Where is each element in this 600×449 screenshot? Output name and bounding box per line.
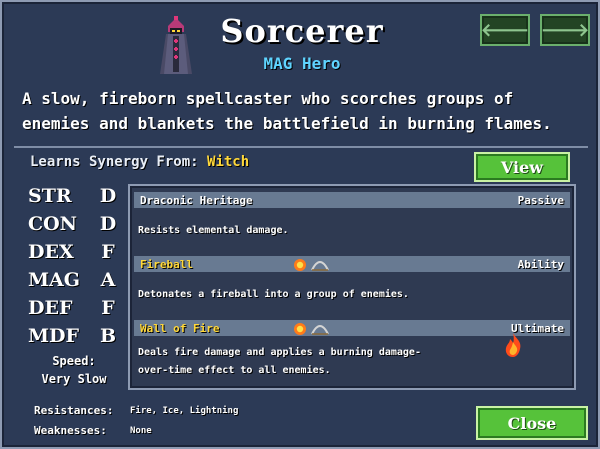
view-synergy-button[interactable]: View bbox=[474, 152, 570, 182]
stat-grade: D bbox=[99, 213, 117, 235]
synergy-line: Learns Synergy From: Witch bbox=[30, 154, 249, 170]
ability-name: Wall of Fire bbox=[140, 321, 220, 335]
ability-description: Resists elemental damage. bbox=[138, 225, 289, 236]
stat-name: STR bbox=[28, 185, 72, 207]
fire-icon bbox=[294, 259, 306, 271]
arrow-right-icon: 🡒 bbox=[540, 19, 590, 41]
bow-icon bbox=[311, 325, 329, 335]
resistances-value: Fire, Ice, Lightning bbox=[130, 406, 239, 416]
stat-mdf: MDF B bbox=[28, 322, 120, 350]
previous-hero-button[interactable]: 🡐 bbox=[480, 14, 530, 46]
next-hero-button[interactable]: 🡒 bbox=[540, 14, 590, 46]
stat-mag: MAG A bbox=[28, 266, 120, 294]
stat-con: CON D bbox=[28, 210, 120, 238]
synergy-label: Learns Synergy From: bbox=[30, 154, 199, 170]
bow-icon bbox=[311, 261, 329, 271]
resistances-label: Resistances: bbox=[34, 404, 114, 417]
speed-value: Very Slow bbox=[41, 372, 107, 386]
ability-header-fireball: Fireball Ability bbox=[134, 256, 570, 272]
ability-name: Fireball bbox=[140, 257, 193, 271]
fire-icon bbox=[294, 323, 306, 335]
stat-name: DEX bbox=[28, 241, 74, 263]
ability-description-line: Deals fire damage and applies a burning … bbox=[138, 347, 421, 358]
hero-info-window: Sorcerer MAG Hero 🡐 🡒 A slow, fireborn s… bbox=[0, 0, 600, 449]
ability-icons bbox=[292, 320, 330, 336]
ability-icons bbox=[292, 256, 330, 272]
stat-grade: D bbox=[99, 185, 117, 207]
weaknesses-label: Weaknesses: bbox=[34, 424, 107, 437]
stat-def: DEF F bbox=[28, 294, 120, 322]
ability-header-passive: Draconic Heritage Passive bbox=[134, 192, 570, 208]
stat-str: STR D bbox=[28, 182, 120, 210]
ability-description: Detonates a fireball into a group of ene… bbox=[138, 289, 409, 300]
speed-label: Speed: bbox=[52, 354, 96, 368]
close-button[interactable]: Close bbox=[476, 406, 588, 440]
stat-name: MDF bbox=[28, 325, 79, 347]
ability-type: Passive bbox=[517, 193, 564, 207]
stat-grade: F bbox=[101, 297, 115, 319]
weaknesses-value: None bbox=[130, 426, 152, 436]
stat-grade: B bbox=[99, 325, 117, 347]
ability-type: Ability bbox=[517, 257, 564, 271]
stat-name: CON bbox=[28, 213, 78, 235]
stats-list: STR D CON D DEX F MAG A DEF F MDF B bbox=[28, 182, 120, 350]
stat-dex: DEX F bbox=[28, 238, 120, 266]
flame-icon bbox=[505, 333, 521, 357]
ability-name: Draconic Heritage bbox=[140, 193, 253, 207]
hero-class-label: MAG Hero bbox=[263, 54, 341, 73]
synergy-value: Witch bbox=[207, 154, 250, 170]
abilities-panel: Draconic Heritage Passive Resists elemen… bbox=[128, 184, 576, 390]
sorcerer-portrait bbox=[160, 16, 192, 74]
hero-description: A slow, fireborn spellcaster who scorche… bbox=[22, 89, 552, 133]
stat-name: DEF bbox=[28, 297, 73, 319]
divider bbox=[14, 146, 588, 148]
speed-info: Speed: Very Slow bbox=[28, 352, 120, 388]
ability-description-line: over-time effect to all enemies. bbox=[138, 365, 331, 376]
hero-name: Sorcerer bbox=[220, 12, 384, 50]
stat-grade: F bbox=[101, 241, 115, 263]
stat-grade: A bbox=[100, 269, 116, 291]
arrow-left-icon: 🡐 bbox=[480, 19, 530, 41]
ability-description: Deals fire damage and applies a burning … bbox=[138, 344, 421, 380]
stat-name: MAG bbox=[28, 269, 80, 291]
